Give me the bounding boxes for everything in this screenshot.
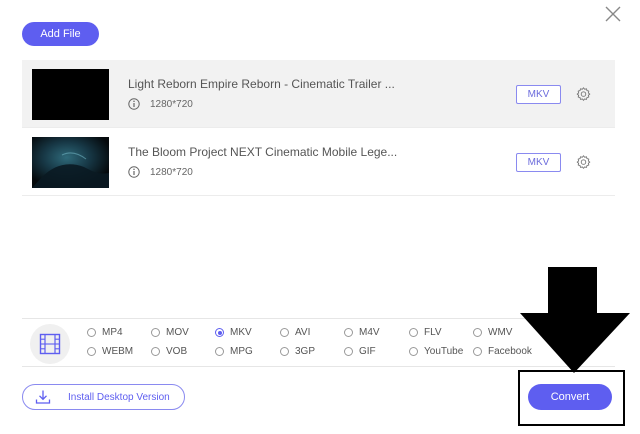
convert-button[interactable]: Convert xyxy=(528,384,612,410)
format-option-mkv[interactable]: MKV xyxy=(215,327,252,338)
format-label: M4V xyxy=(359,327,380,338)
radio-button[interactable] xyxy=(87,347,96,356)
gear-icon[interactable] xyxy=(575,86,592,103)
format-label: 3GP xyxy=(295,346,316,357)
format-label: WEBM xyxy=(102,346,134,357)
format-option-avi[interactable]: AVI xyxy=(280,327,310,338)
format-label: WMV xyxy=(488,327,513,338)
video-thumbnail xyxy=(32,137,109,188)
radio-button[interactable] xyxy=(409,328,418,337)
radio-button[interactable] xyxy=(409,347,418,356)
output-format-badge[interactable]: MKV xyxy=(516,153,561,172)
format-label: MP4 xyxy=(102,327,123,338)
format-label: MKV xyxy=(230,327,252,338)
file-row[interactable]: The Bloom Project NEXT Cinematic Mobile … xyxy=(22,128,615,196)
format-option-webm[interactable]: WEBM xyxy=(87,346,133,357)
format-option-3gp[interactable]: 3GP xyxy=(280,346,315,357)
format-label: AVI xyxy=(295,327,311,338)
format-label: GIF xyxy=(359,346,376,357)
video-thumbnail xyxy=(32,69,109,120)
add-file-button[interactable]: Add File xyxy=(22,22,99,46)
arrow-down-annotation xyxy=(520,267,630,373)
format-option-vob[interactable]: VOB xyxy=(151,346,187,357)
install-desktop-button[interactable]: Install Desktop Version xyxy=(22,384,185,410)
resolution-text: 1280*720 xyxy=(150,99,193,110)
format-label: VOB xyxy=(166,346,188,357)
radio-button[interactable] xyxy=(344,347,353,356)
file-list: Light Reborn Empire Reborn - Cinematic T… xyxy=(22,60,615,196)
gear-icon[interactable] xyxy=(575,154,592,171)
format-option-youtube[interactable]: YouTube xyxy=(409,346,463,357)
format-option-gif[interactable]: GIF xyxy=(344,346,376,357)
format-label: MPG xyxy=(230,346,253,357)
format-option-wmv[interactable]: WMV xyxy=(473,327,512,338)
video-format-tab[interactable] xyxy=(30,324,70,364)
format-option-flv[interactable]: FLV xyxy=(409,327,442,338)
radio-button[interactable] xyxy=(473,347,482,356)
close-button[interactable] xyxy=(603,4,623,24)
radio-button[interactable] xyxy=(87,328,96,337)
file-row[interactable]: Light Reborn Empire Reborn - Cinematic T… xyxy=(22,60,615,128)
radio-button[interactable] xyxy=(151,347,160,356)
radio-button[interactable] xyxy=(280,328,289,337)
resolution-text: 1280*720 xyxy=(150,167,193,178)
radio-button[interactable] xyxy=(280,347,289,356)
radio-button[interactable] xyxy=(344,328,353,337)
format-option-mp4[interactable]: MP4 xyxy=(87,327,123,338)
format-option-mpg[interactable]: MPG xyxy=(215,346,253,357)
radio-button[interactable] xyxy=(215,328,224,337)
info-icon[interactable] xyxy=(128,166,140,178)
download-icon xyxy=(35,390,51,404)
info-icon[interactable] xyxy=(128,98,140,110)
format-option-m4v[interactable]: M4V xyxy=(344,327,380,338)
file-name: The Bloom Project NEXT Cinematic Mobile … xyxy=(128,145,398,159)
format-label: FLV xyxy=(424,327,442,338)
film-icon xyxy=(39,333,61,355)
install-label: Install Desktop Version xyxy=(68,392,170,403)
format-option-mov[interactable]: MOV xyxy=(151,327,189,338)
format-label: MOV xyxy=(166,327,189,338)
file-name: Light Reborn Empire Reborn - Cinematic T… xyxy=(128,77,395,91)
radio-button[interactable] xyxy=(215,347,224,356)
format-label: YouTube xyxy=(424,346,464,357)
output-format-badge[interactable]: MKV xyxy=(516,85,561,104)
radio-button[interactable] xyxy=(151,328,160,337)
close-icon xyxy=(605,6,621,22)
radio-button[interactable] xyxy=(473,328,482,337)
